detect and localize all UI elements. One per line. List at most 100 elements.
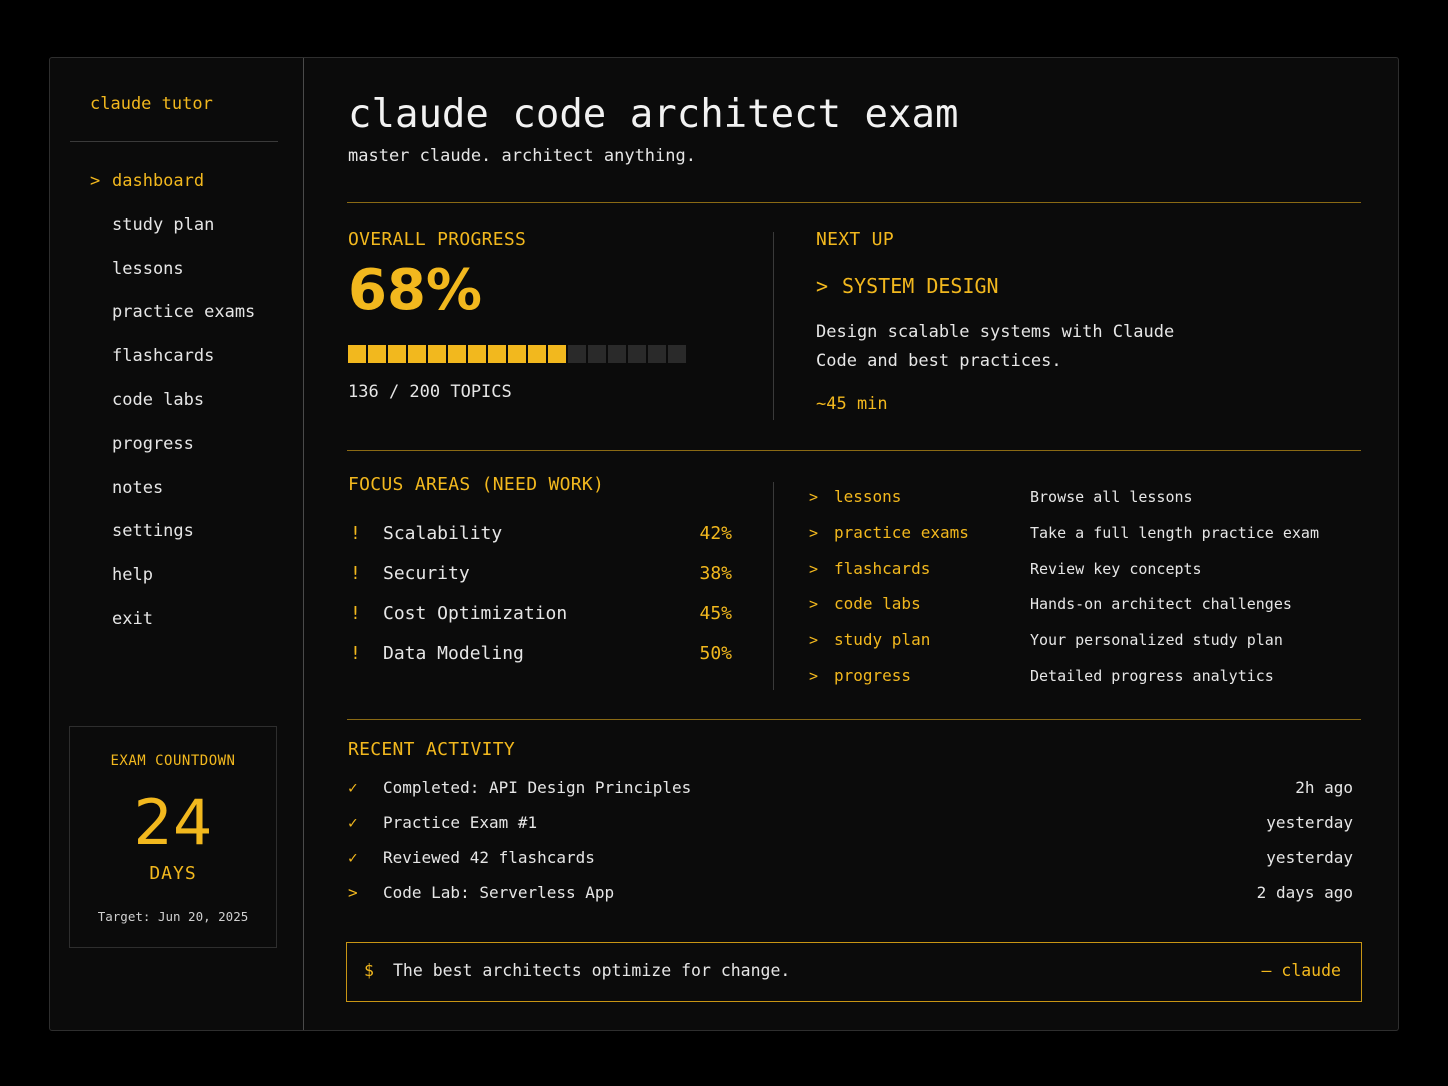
section-divider-vertical bbox=[773, 482, 774, 690]
quick-link-name: flashcards bbox=[834, 558, 931, 578]
progress-segment-filled bbox=[508, 345, 526, 363]
caret-icon: > bbox=[809, 488, 819, 506]
focus-area-name: Scalability bbox=[383, 523, 503, 544]
activity-time: 2 days ago bbox=[1256, 883, 1353, 902]
sidebar-item-label: notes bbox=[112, 477, 164, 498]
next-up-duration: ~45 min bbox=[816, 394, 888, 414]
sidebar-item-study-plan[interactable]: study plan bbox=[90, 212, 255, 256]
sidebar-item-label: settings bbox=[112, 521, 194, 542]
section-divider bbox=[347, 450, 1361, 451]
activity-item[interactable]: ✓ Practice Exam #1 yesterday bbox=[348, 811, 1353, 846]
sidebar-item-flashcards[interactable]: flashcards bbox=[90, 343, 255, 387]
progress-segment-empty bbox=[668, 345, 686, 363]
activity-text: Practice Exam #1 bbox=[383, 813, 538, 832]
countdown-unit: DAYS bbox=[149, 863, 197, 884]
countdown-target-date: Target: Jun 20, 2025 bbox=[97, 909, 249, 924]
quick-link-name: code labs bbox=[834, 594, 921, 614]
progress-segment-empty bbox=[628, 345, 646, 363]
sidebar-item-label: code labs bbox=[112, 389, 205, 410]
quick-link-progress[interactable]: > progress Detailed progress analytics bbox=[809, 664, 1369, 700]
progress-segment-empty bbox=[588, 345, 606, 363]
caret-icon: > bbox=[809, 559, 819, 578]
progress-segment-filled bbox=[348, 345, 366, 363]
progress-segment-empty bbox=[568, 345, 586, 363]
caret-icon: > bbox=[809, 595, 819, 614]
quick-link-name: study plan bbox=[834, 630, 931, 650]
quick-link-description: Browse all lessons bbox=[1030, 488, 1193, 506]
quick-link-name: practice exams bbox=[834, 522, 969, 542]
focus-area-score: 38% bbox=[699, 563, 732, 584]
sidebar-item-settings[interactable]: settings bbox=[90, 518, 255, 562]
progress-segment-filled bbox=[368, 345, 386, 363]
quick-link-description: Your personalized study plan bbox=[1030, 631, 1283, 650]
sidebar: claude tutor > dashboard study plan less… bbox=[50, 58, 304, 1030]
sidebar-item-code-labs[interactable]: code labs bbox=[90, 387, 255, 431]
caret-icon: > bbox=[816, 274, 829, 298]
quick-link-description: Detailed progress analytics bbox=[1030, 666, 1274, 685]
focus-area-item[interactable]: ! Data Modeling 50% bbox=[348, 640, 732, 680]
progress-segment-filled bbox=[388, 345, 406, 363]
next-up-lesson[interactable]: > SYSTEM DESIGN bbox=[816, 274, 999, 298]
focus-areas-list: ! Scalability 42% ! Security 38% ! Cost … bbox=[348, 520, 732, 680]
quick-link-lessons[interactable]: > lessons Browse all lessons bbox=[809, 485, 1369, 521]
warning-icon: ! bbox=[350, 603, 361, 624]
warning-icon: ! bbox=[350, 563, 361, 584]
focus-area-item[interactable]: ! Cost Optimization 45% bbox=[348, 600, 732, 640]
progress-segment-empty bbox=[608, 345, 626, 363]
section-divider-vertical bbox=[773, 232, 774, 420]
activity-item[interactable]: > Code Lab: Serverless App 2 days ago bbox=[348, 881, 1353, 916]
sidebar-item-practice-exams[interactable]: practice exams bbox=[90, 299, 255, 343]
caret-icon: > bbox=[809, 666, 819, 685]
sidebar-item-label: help bbox=[112, 565, 153, 586]
activity-text: Completed: API Design Principles bbox=[383, 778, 692, 797]
focus-area-name: Security bbox=[383, 563, 470, 584]
sidebar-item-label: dashboard bbox=[112, 171, 205, 191]
quick-link-code-labs[interactable]: > code labs Hands-on architect challenge… bbox=[809, 592, 1369, 628]
focus-area-item[interactable]: ! Security 38% bbox=[348, 560, 732, 600]
quick-link-description: Review key concepts bbox=[1030, 559, 1202, 578]
warning-icon: ! bbox=[350, 523, 361, 544]
check-icon: ✓ bbox=[348, 813, 358, 832]
active-caret-icon: > bbox=[90, 171, 101, 191]
sidebar-item-dashboard[interactable]: > dashboard bbox=[90, 168, 255, 212]
sidebar-item-lessons[interactable]: lessons bbox=[90, 256, 255, 300]
sidebar-item-progress[interactable]: progress bbox=[90, 431, 255, 475]
progress-segment-filled bbox=[428, 345, 446, 363]
countdown-title: EXAM COUNTDOWN bbox=[110, 753, 236, 769]
header-divider bbox=[347, 202, 1361, 203]
sidebar-item-notes[interactable]: notes bbox=[90, 475, 255, 519]
quick-link-study-plan[interactable]: > study plan Your personalized study pla… bbox=[809, 628, 1369, 664]
sidebar-item-label: progress bbox=[112, 433, 194, 454]
brand-divider bbox=[70, 141, 278, 142]
next-up-description: Design scalable systems with Claude Code… bbox=[816, 322, 1175, 371]
caret-icon: > bbox=[809, 631, 819, 650]
sidebar-item-exit[interactable]: exit bbox=[90, 606, 255, 650]
progress-segment-filled bbox=[408, 345, 426, 363]
next-up-label: NEXT UP bbox=[816, 229, 894, 250]
activity-item[interactable]: ✓ Reviewed 42 flashcards yesterday bbox=[348, 846, 1353, 881]
sidebar-item-label: flashcards bbox=[112, 346, 215, 367]
progress-segment-filled bbox=[448, 345, 466, 363]
focus-areas-label: FOCUS AREAS (NEED WORK) bbox=[348, 474, 605, 495]
activity-text: Reviewed 42 flashcards bbox=[383, 848, 595, 867]
warning-icon: ! bbox=[350, 643, 361, 664]
next-up-title: SYSTEM DESIGN bbox=[842, 274, 999, 298]
app-window: claude tutor > dashboard study plan less… bbox=[49, 57, 1399, 1031]
sidebar-item-label: study plan bbox=[112, 214, 215, 235]
activity-time: yesterday bbox=[1266, 848, 1353, 867]
activity-time: yesterday bbox=[1266, 813, 1353, 832]
brand-logo[interactable]: claude tutor bbox=[90, 94, 213, 114]
overall-progress-percent: 68% bbox=[348, 258, 483, 323]
overall-progress-label: OVERALL PROGRESS bbox=[348, 229, 527, 250]
sidebar-item-help[interactable]: help bbox=[90, 562, 255, 606]
quick-links: > lessons Browse all lessons > practice … bbox=[809, 485, 1369, 700]
focus-area-item[interactable]: ! Scalability 42% bbox=[348, 520, 732, 560]
activity-time: 2h ago bbox=[1295, 778, 1353, 797]
quick-link-practice-exams[interactable]: > practice exams Take a full length prac… bbox=[809, 521, 1369, 557]
activity-item[interactable]: ✓ Completed: API Design Principles 2h ag… bbox=[348, 776, 1353, 811]
quick-link-flashcards[interactable]: > flashcards Review key concepts bbox=[809, 557, 1369, 593]
caret-icon: > bbox=[348, 883, 358, 902]
terminal-prompt-icon: $ bbox=[364, 961, 374, 980]
progress-segment-filled bbox=[548, 345, 566, 363]
main-content: claude code architect exam master claude… bbox=[304, 58, 1398, 1030]
